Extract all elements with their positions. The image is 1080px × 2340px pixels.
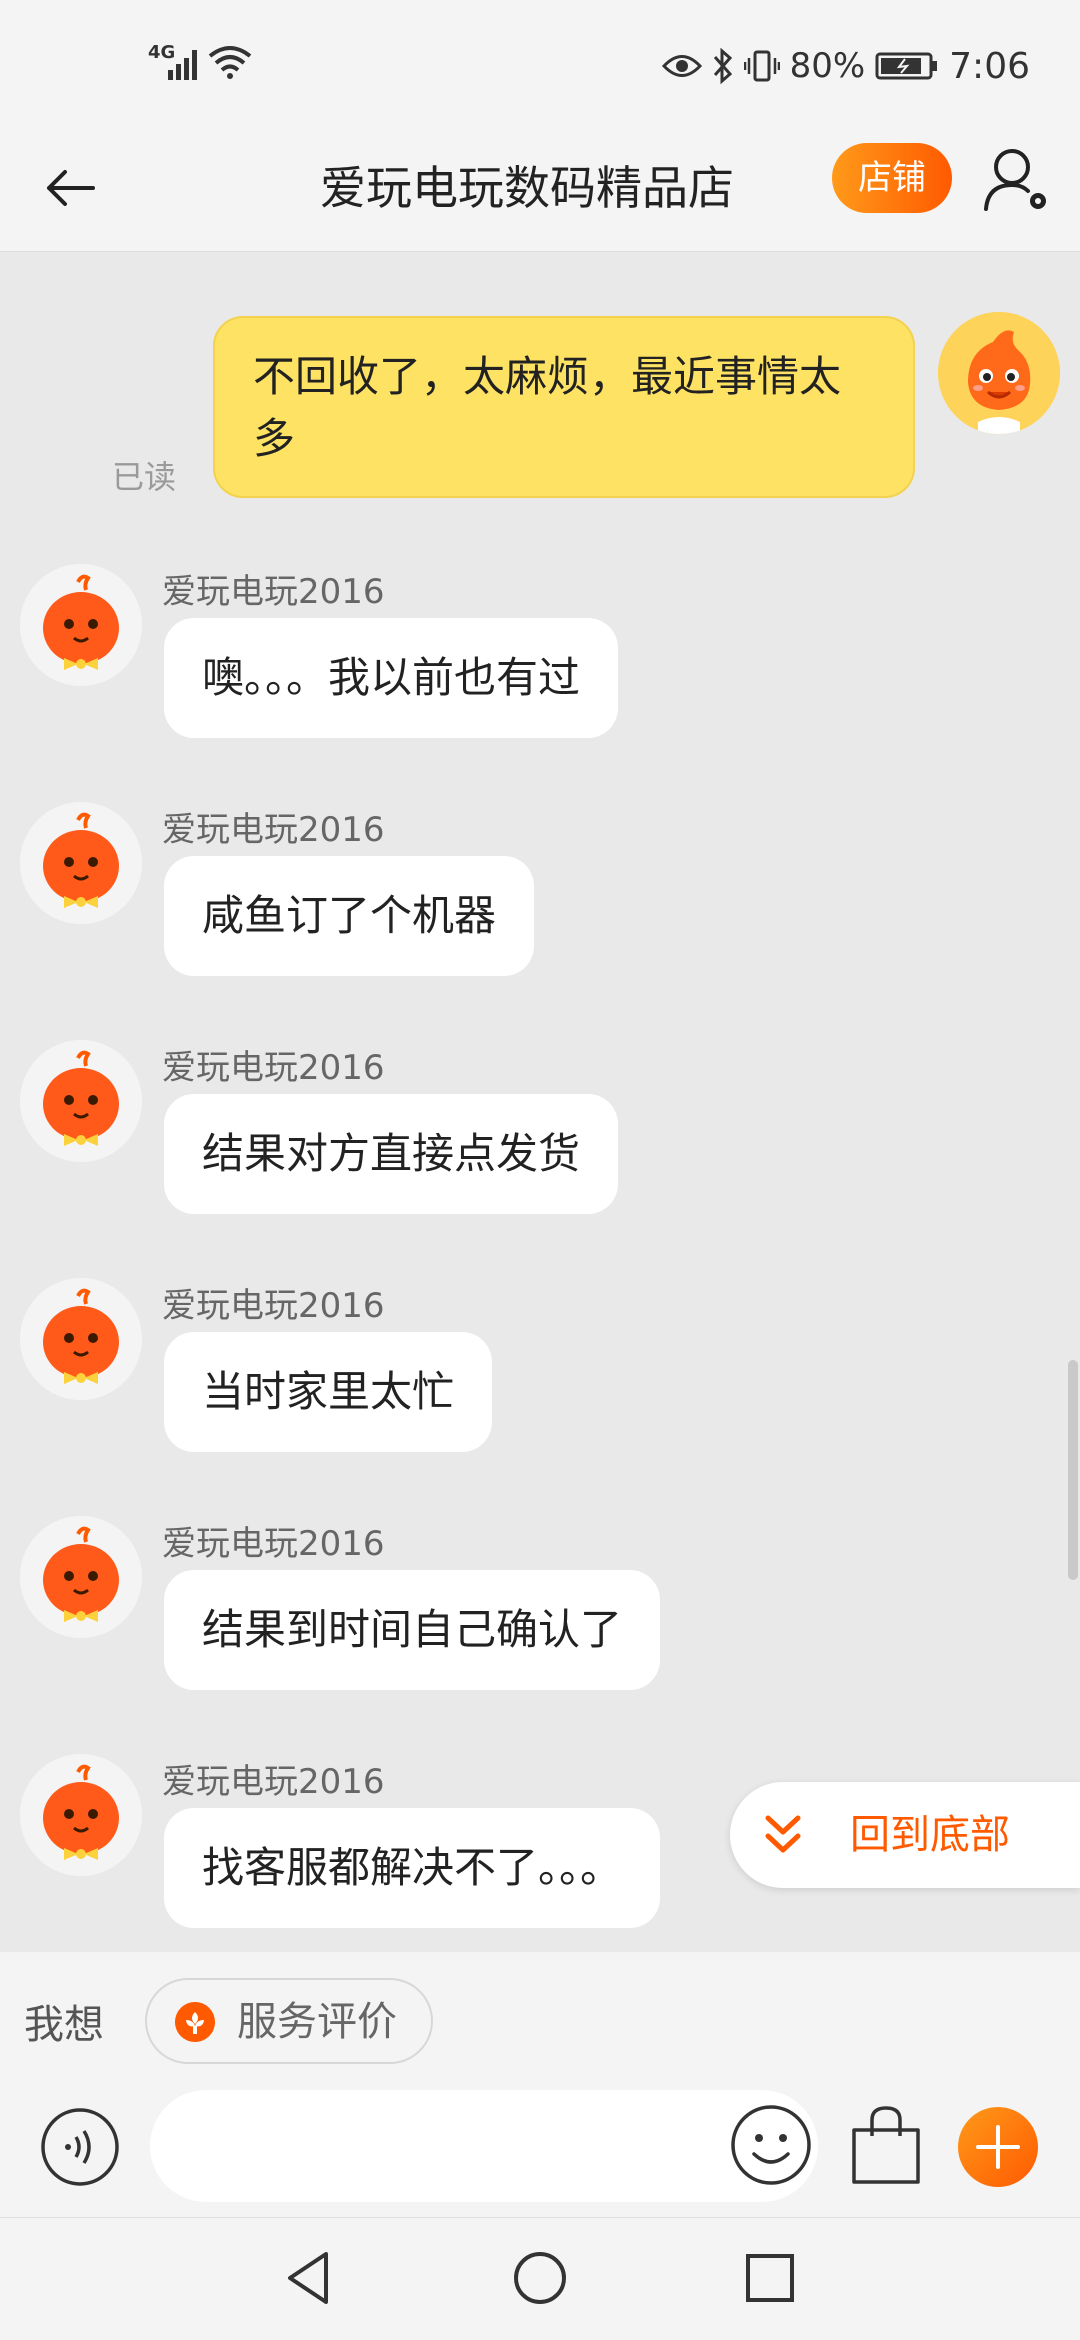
user-settings-icon[interactable]	[982, 145, 1052, 215]
status-bar: 4G 80% 7:06	[0, 0, 1080, 125]
clock: 7:06	[949, 45, 1030, 87]
sender-name: 爱玩电玩2016	[162, 810, 385, 850]
pumpkin-mascot-icon	[20, 1040, 142, 1162]
pumpkin-mascot-icon	[20, 564, 142, 686]
emoji-icon[interactable]	[730, 2104, 812, 2186]
wifi-icon	[208, 46, 252, 79]
eye-icon	[661, 55, 702, 77]
nav-back-icon[interactable]	[280, 2248, 340, 2308]
signal-icon	[168, 50, 197, 80]
scrollbar[interactable]	[1068, 1360, 1078, 1580]
shop-avatar[interactable]	[20, 802, 142, 924]
shop-avatar[interactable]	[20, 1278, 142, 1400]
sender-name: 爱玩电玩2016	[162, 1286, 385, 1326]
store-button[interactable]: 店铺	[832, 143, 952, 213]
message-input[interactable]	[150, 2090, 818, 2202]
message-row: 爱玩电玩2016 咸鱼订了个机器	[0, 802, 1080, 1002]
pumpkin-mascot-icon	[20, 1754, 142, 1876]
sender-name: 爱玩电玩2016	[162, 1048, 385, 1088]
system-nav-bar	[0, 2217, 1080, 2340]
input-bar	[0, 2082, 1080, 2217]
my-message-bubble[interactable]: 不回收了，太麻烦，最近事情太多	[213, 316, 915, 498]
chip-label: 服务评价	[237, 1999, 397, 2045]
battery-icon	[875, 52, 938, 80]
sender-name: 爱玩电玩2016	[162, 1524, 385, 1564]
nav-home-icon[interactable]	[510, 2248, 570, 2308]
plus-button[interactable]	[958, 2107, 1038, 2187]
rating-flower-icon	[175, 2002, 215, 2042]
pumpkin-mascot-icon	[20, 1516, 142, 1638]
message-bubble[interactable]: 结果对方直接点发货	[164, 1094, 619, 1214]
shop-avatar[interactable]	[20, 1754, 142, 1876]
pumpkin-mascot-icon	[20, 802, 142, 924]
double-chevron-down-icon	[765, 1815, 801, 1853]
vibrate-icon	[743, 50, 780, 82]
quick-reply-bar: 我想 服务评价	[0, 1952, 1080, 2082]
read-status: 已读	[112, 458, 177, 496]
message-bubble[interactable]: 当时家里太忙	[164, 1332, 493, 1452]
mascot-icon	[938, 312, 1060, 434]
quick-reply-label: 我想	[24, 2002, 104, 2048]
status-right: 80% 7:06	[661, 44, 1030, 88]
message-row: 爱玩电玩2016 当时家里太忙	[0, 1278, 1080, 1478]
shop-avatar[interactable]	[20, 1040, 142, 1162]
message-bubble[interactable]: 噢。。。我以前也有过	[164, 618, 619, 738]
back-button[interactable]	[40, 153, 100, 223]
nav-recent-apps-icon[interactable]	[740, 2248, 800, 2308]
message-row: 爱玩电玩2016 结果对方直接点发货	[0, 1040, 1080, 1240]
service-rating-chip[interactable]: 服务评价	[145, 1978, 433, 2064]
battery-percent: 80%	[789, 46, 866, 86]
sender-name: 爱玩电玩2016	[162, 572, 385, 612]
my-avatar[interactable]	[938, 312, 1060, 434]
shopping-bag-icon[interactable]	[848, 2104, 924, 2186]
message-bubble[interactable]: 咸鱼订了个机器	[164, 856, 535, 976]
chat-header: 爱玩电玩数码精品店 店铺	[0, 125, 1080, 252]
pumpkin-mascot-icon	[20, 1278, 142, 1400]
plus-icon	[976, 2125, 1020, 2169]
page-title: 爱玩电玩数码精品店	[320, 161, 734, 215]
message-bubble[interactable]: 结果到时间自己确认了	[164, 1570, 661, 1690]
chat-area[interactable]: 不回收了，太麻烦，最近事情太多 已读 爱玩电玩2016 噢。。。我以前也有过 爱…	[0, 252, 1080, 1952]
message-row: 爱玩电玩2016 结果到时间自己确认了	[0, 1516, 1080, 1716]
back-arrow-icon	[47, 170, 95, 206]
sender-name: 爱玩电玩2016	[162, 1762, 385, 1802]
shop-avatar[interactable]	[20, 1516, 142, 1638]
message-bubble[interactable]: 找客服都解决不了。。。	[164, 1808, 661, 1928]
back-to-bottom-button[interactable]: 回到底部	[730, 1782, 1080, 1888]
message-row: 爱玩电玩2016 噢。。。我以前也有过	[0, 564, 1080, 764]
shop-avatar[interactable]	[20, 564, 142, 686]
voice-icon[interactable]	[40, 2107, 120, 2187]
back-to-bottom-label: 回到底部	[850, 1812, 1010, 1858]
bluetooth-icon	[713, 48, 732, 84]
